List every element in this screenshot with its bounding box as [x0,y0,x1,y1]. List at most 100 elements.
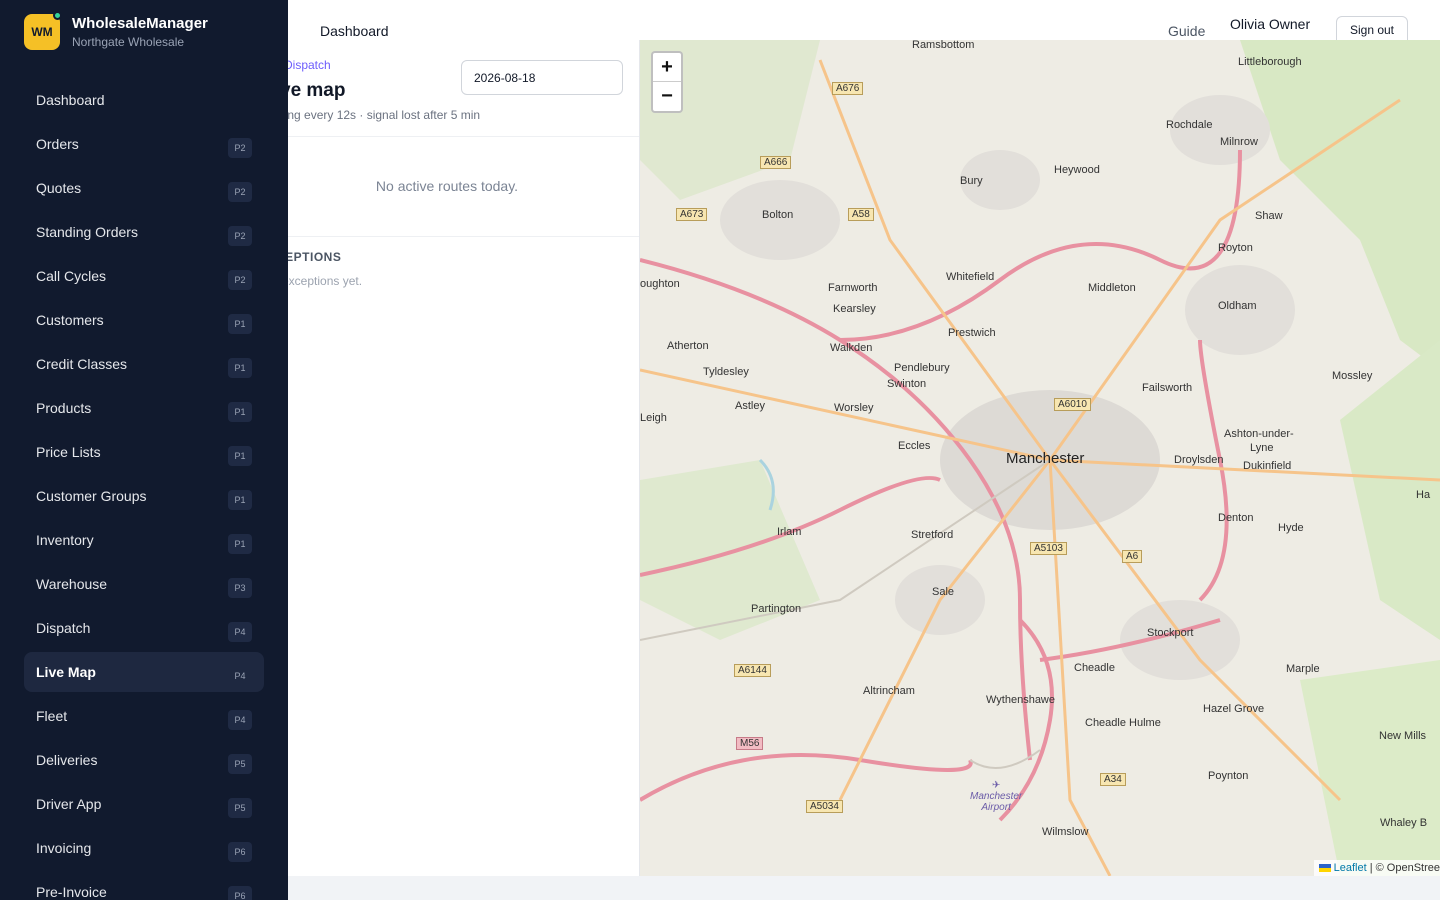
sidebar-item-dashboard[interactable]: Dashboard [24,80,264,120]
phase-badge: P6 [228,886,252,900]
sidebar-item-label: Standing Orders [36,224,138,240]
sidebar-item-warehouse[interactable]: Warehouse P3 [24,564,264,604]
sidebar-item-label: Inventory [36,532,94,548]
map-place-label: Farnworth [828,282,878,294]
map-place-label: Failsworth [1142,382,1193,394]
map-place-label: Astley [735,400,765,412]
page-subtitle: ling every 12s · signal lost after 5 min [288,108,481,122]
sidebar-item-customers[interactable]: Customers P1 [24,300,264,340]
map-place-label: Prestwich [948,327,996,339]
phase-badge: P2 [228,138,252,158]
map-place-label: Manchester [1006,450,1085,467]
map-place-label: Walkden [830,342,873,354]
routes-empty-state: No active routes today. [375,178,519,194]
sidebar-item-label: Fleet [36,708,68,724]
map-place-label: Wilmslow [1042,826,1089,838]
live-map-panel: Dispatch ve map ling every 12s · signal … [288,40,640,876]
phase-badge: P2 [228,270,252,290]
map-place-label: Marple [1286,663,1320,675]
sidebar-item-quotes[interactable]: Quotes P2 [24,168,264,208]
map-place-label: Worsley [834,402,874,414]
phase-badge: P2 [228,226,252,246]
map-place-label: Altrincham [863,685,915,697]
online-status-dot [53,11,62,20]
phase-badge: P1 [228,490,252,510]
sidebar-item-fleet[interactable]: Fleet P4 [24,696,264,736]
map-place-label: Rochdale [1166,119,1213,131]
sidebar-item-pre-invoice[interactable]: Pre-Invoice P6 [24,872,264,900]
sidebar-item-call-cycles[interactable]: Call Cycles P2 [24,256,264,296]
live-map[interactable]: Ramsbottom Littleborough Rochdale Milnro… [640,40,1440,876]
breadcrumb[interactable]: Dashboard [320,23,389,39]
date-picker[interactable]: 2026-08-18 [461,60,623,95]
phase-badge: P4 [228,710,252,730]
phase-badge: P1 [228,446,252,466]
page-title: ve map [288,80,346,101]
road-shield: A666 [760,156,792,169]
road-shield: A5103 [1030,542,1067,555]
sidebar-item-price-lists[interactable]: Price Lists P1 [24,432,264,472]
phase-badge: P5 [228,754,252,774]
sidebar-item-driver-app[interactable]: Driver App P5 [24,784,264,824]
sidebar-item-label: Driver App [36,796,102,812]
map-place-label: Swinton [887,378,927,390]
phase-badge: P1 [228,534,252,554]
sidebar-item-dispatch[interactable]: Dispatch P4 [24,608,264,648]
sidebar-item-deliveries[interactable]: Deliveries P5 [24,740,264,780]
sidebar-item-standing-orders[interactable]: Standing Orders P2 [24,212,264,252]
sidebar-item-inventory[interactable]: Inventory P1 [24,520,264,560]
map-place-label: Tyldesley [703,366,749,378]
map-place-label: Poynton [1208,770,1249,782]
sidebar-item-credit-classes[interactable]: Credit Classes P1 [24,344,264,384]
phase-badge: P2 [228,182,252,202]
road-shield: A676 [832,82,864,95]
osm-attribution[interactable]: | © OpenStree [1367,862,1440,874]
map-place-label: Oldham [1218,300,1257,312]
map-place-label: Whaley B [1380,817,1428,829]
sidebar-item-live-map[interactable]: Live Map P4 [24,652,264,692]
phase-badge: P4 [228,622,252,642]
map-place-label: Milnrow [1220,136,1258,148]
phase-badge: P1 [228,358,252,378]
sidebar-item-orders[interactable]: Orders P2 [24,124,264,164]
sidebar: WM WholesaleManager Northgate Wholesale … [0,0,288,900]
sidebar-item-label: Quotes [36,180,82,196]
sidebar-item-products[interactable]: Products P1 [24,388,264,428]
map-place-label: Shaw [1255,210,1283,222]
map-place-label: Partington [751,603,802,615]
road-shield: A34 [1100,773,1126,786]
zoom-in-button[interactable]: + [653,53,681,82]
map-place-label: Ramsbottom [912,40,975,51]
user-name[interactable]: Olivia Owner [1230,16,1310,32]
map-place-label: Irlam [777,526,802,538]
map-place-label: Middleton [1088,282,1136,294]
sidebar-item-customer-groups[interactable]: Customer Groups P1 [24,476,264,516]
section-kicker[interactable]: Dispatch [288,58,331,72]
phase-badge: P3 [228,578,252,598]
sidebar-item-label: Deliveries [36,752,98,768]
zoom-out-button[interactable]: − [653,82,681,111]
airport-icon: ✈ [991,780,1001,791]
map-place-label: Hazel Grove [1203,703,1265,715]
map-airport-label: ✈ Manchester Airport [970,780,1023,813]
map-place-label: Wythenshawe [986,694,1055,706]
road-shield: A673 [676,208,708,221]
map-place-label: New Mills [1379,730,1427,742]
phase-badge: P1 [228,314,252,334]
map-attribution: Leaflet | © OpenStree [1313,860,1440,876]
map-place-label: Kearsley [833,303,876,315]
org-name: Northgate Wholesale [72,35,185,49]
leaflet-link[interactable]: Leaflet [1334,862,1367,874]
map-place-label: Ashton-under- [1224,428,1294,440]
map-place-label: oughton [640,278,680,290]
sidebar-item-invoicing[interactable]: Invoicing P6 [24,828,264,868]
sidebar-item-label: Pre-Invoice [36,884,107,900]
sidebar-item-label: Credit Classes [36,356,128,372]
divider [288,236,639,237]
phase-badge: P5 [228,798,252,818]
sidebar-item-label: Products [36,400,92,416]
guide-link[interactable]: Guide [1168,23,1205,39]
sidebar-item-label: Price Lists [36,444,101,460]
exceptions-heading: CEPTIONS [288,250,342,264]
road-shield: A58 [848,208,874,221]
